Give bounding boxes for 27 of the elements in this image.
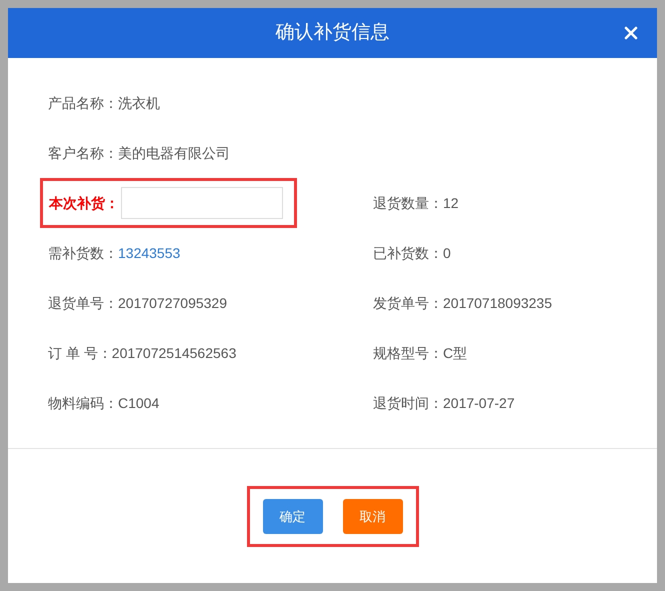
field-label: 产品名称： — [48, 94, 118, 112]
input-field[interactable] — [121, 187, 283, 219]
field-value: C型 — [443, 344, 468, 362]
field-value: 20170727095329 — [118, 294, 228, 312]
field-value: 2017-07-27 — [443, 394, 515, 412]
dialog-button[interactable]: 确定 — [262, 499, 322, 534]
field-label: 客户名称： — [48, 144, 118, 162]
field-value: 2017072514562563 — [112, 344, 236, 362]
field-label: 退货单号： — [48, 294, 118, 312]
field-value: 洗衣机 — [118, 94, 160, 112]
field-label: 本次补货： — [49, 194, 119, 213]
field-label: 退货数量： — [373, 194, 443, 212]
field-label: 已补货数： — [373, 244, 443, 262]
value-link[interactable]: 13243553 — [118, 242, 180, 264]
field-label: 订 单 号： — [48, 344, 112, 362]
field-value: 0 — [443, 244, 451, 262]
dialog-title: 确认补货信息 — [276, 20, 390, 45]
field-label: 物料编码： — [48, 394, 118, 412]
field-value: 12 — [443, 194, 459, 212]
field-label: 规格型号： — [373, 344, 443, 362]
field-value: 美的电器有限公司 — [118, 144, 230, 162]
field-value: 20170718093235 — [443, 294, 552, 312]
dialog-button[interactable]: 取消 — [342, 499, 402, 534]
field-label: 发货单号： — [373, 294, 443, 312]
field-label: 退货时间： — [373, 394, 443, 412]
field-label: 需补货数： — [48, 244, 118, 262]
field-value: C1004 — [118, 394, 160, 412]
